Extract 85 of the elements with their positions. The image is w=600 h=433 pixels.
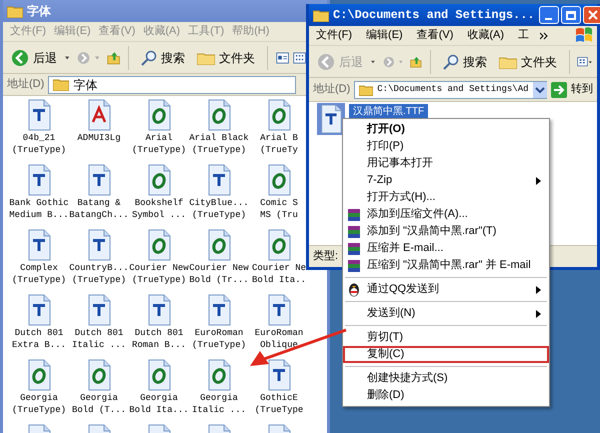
submenu-arrow-icon — [536, 310, 541, 318]
submenu-arrow-icon — [536, 286, 541, 294]
menu-item[interactable]: 压缩并 E-mail... — [343, 240, 549, 257]
minimize-button[interactable] — [538, 6, 559, 24]
menu-item[interactable]: 删除(D) — [343, 387, 549, 404]
archive-books-icon — [347, 242, 361, 256]
font-file-name[interactable]: Dutch 801 Italic ... — [72, 327, 126, 351]
address-label: 地址(D) — [7, 77, 44, 92]
font-file-name[interactable]: Georgia Italic ... — [192, 392, 246, 416]
font-file-name[interactable]: 04b_21 (TrueType) — [12, 132, 66, 156]
font-file-name[interactable]: Arial Black (TrueType) — [189, 132, 249, 156]
menu-item[interactable]: 创建快捷方式(S) — [343, 370, 549, 387]
font-file-name[interactable]: CountryB... (TrueType) — [69, 262, 129, 286]
close-icon — [588, 10, 598, 20]
menu-item[interactable]: 查看(V) — [414, 27, 456, 44]
font-file-name[interactable]: Georgia Bold Ita... — [129, 392, 189, 416]
font-file-name[interactable]: Bookshelf Symbol ... — [132, 197, 186, 221]
menu-item[interactable]: 工 — [515, 27, 532, 44]
folder-icon — [359, 84, 374, 96]
font-file-name[interactable]: Arial (TrueType) — [132, 132, 186, 156]
font-file-name[interactable]: CityBlue... (TrueType) — [189, 197, 249, 221]
font-file-name[interactable]: Courier New Bold (Tr... — [189, 262, 249, 286]
font-file-name[interactable]: Arial B (TrueTy — [260, 132, 298, 156]
menu-item[interactable]: 文件(F) — [313, 27, 356, 44]
window-title: C:\Documents and Settings... — [333, 7, 535, 24]
font-file-name[interactable]: Dutch 801 Roman B... — [132, 327, 186, 351]
menu-item[interactable]: 复制(C) — [343, 346, 549, 363]
menu-item[interactable]: 编辑(E) — [363, 27, 406, 44]
font-file-name[interactable]: EuroRoman Oblique — [254, 327, 304, 351]
menu-item[interactable]: 添加到压缩文件(A)... — [343, 206, 549, 223]
menu-item[interactable]: 打开(O) — [343, 121, 549, 138]
folder-icon — [7, 4, 23, 18]
menu-item[interactable]: 用记事本打开 — [343, 155, 549, 172]
menu-item[interactable]: 剪切(T) — [343, 329, 549, 346]
file-name[interactable]: 汉鼎简中黑.TTF — [349, 104, 428, 119]
search-button[interactable]: 搜索 — [438, 52, 491, 70]
archive-books-icon — [347, 224, 361, 238]
status-text: 类型: — [313, 249, 338, 264]
archive-books-icon — [347, 208, 361, 222]
folders-button[interactable]: 文件夹 — [494, 52, 561, 70]
font-file-name[interactable]: Courier New (TrueType) — [129, 262, 189, 286]
archive-books-icon — [347, 258, 361, 272]
back-button[interactable]: 后退 — [7, 48, 61, 66]
menu-item[interactable]: 收藏(A) — [464, 27, 508, 44]
font-file-name[interactable]: ADMUI3Lg — [77, 132, 121, 144]
font-file-name[interactable]: Bank Gothic Medium B... — [9, 197, 69, 221]
font-file-name[interactable]: Comic S MS (Tru — [260, 197, 298, 221]
view-icon[interactable] — [292, 50, 306, 66]
font-file-name[interactable]: Georgia (TrueType) — [12, 392, 66, 416]
go-button[interactable]: 转到 — [551, 81, 593, 98]
search-button[interactable]: 搜索 — [136, 48, 189, 66]
close-button[interactable] — [582, 6, 600, 24]
menu-item[interactable]: 添加到 "汉鼎简中黑.rar"(T) — [343, 223, 549, 240]
folder-icon — [53, 78, 70, 91]
font-file-name[interactable]: Batang & BatangCh... — [69, 197, 129, 221]
folders-button[interactable]: 文件夹 — [192, 48, 259, 66]
maximize-button[interactable] — [560, 6, 581, 24]
chevron-icon[interactable] — [540, 32, 548, 40]
right-arrow-icon — [551, 82, 567, 98]
view-icon[interactable] — [276, 50, 289, 66]
folder-icon — [498, 54, 517, 68]
menu-item[interactable]: 发送到(N) — [343, 305, 549, 322]
dropdown-arrow-icon[interactable] — [371, 60, 375, 64]
search-icon — [442, 54, 459, 70]
menu-item[interactable]: 压缩到 "汉鼎简中黑.rar" 并 E-mail — [343, 257, 549, 274]
folder-icon — [196, 50, 215, 64]
search-icon — [140, 50, 157, 66]
font-file-name[interactable]: EuroRoman (TrueType) — [192, 327, 246, 351]
menu-item[interactable]: 7-Zip — [343, 172, 549, 189]
font-file-name[interactable]: Dutch 801 Extra B... — [12, 327, 66, 351]
font-file-name[interactable]: Courier Ne Bold Ita.. — [252, 262, 306, 286]
font-file-name[interactable]: Complex (TrueType) — [12, 262, 66, 286]
font-file-name[interactable]: Georgia Bold (T... — [72, 392, 126, 416]
penguin-icon — [347, 282, 361, 297]
address-field[interactable]: C:\Documents and Settings\Ad — [354, 80, 547, 98]
font-file-name[interactable]: GothicE (TrueType — [254, 392, 304, 416]
address-field[interactable]: 字体 — [48, 76, 296, 94]
dropdown-arrow-icon[interactable] — [65, 56, 70, 60]
menu-item[interactable]: 打印(P) — [343, 138, 549, 155]
menu-item[interactable]: 打开方式(H)... — [343, 189, 549, 206]
address-label: 地址(D) — [313, 82, 350, 98]
window-title: 字体 — [27, 3, 51, 20]
windows-logo-icon — [575, 27, 593, 44]
menu-item[interactable]: 通过QQ发送到 — [343, 281, 549, 298]
submenu-arrow-icon — [536, 176, 541, 184]
